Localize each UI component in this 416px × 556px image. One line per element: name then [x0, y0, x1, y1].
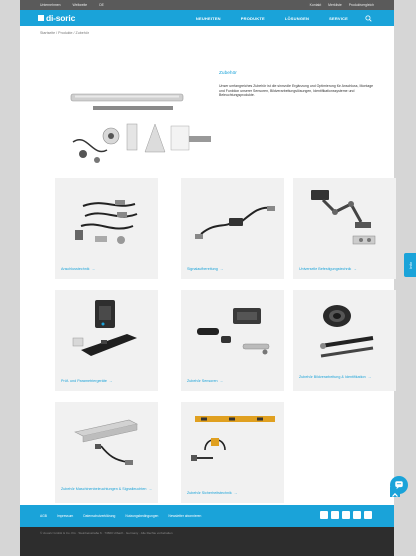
side-info-tab[interactable]: Info: [404, 253, 416, 277]
category-tile-sensor-accessories[interactable]: Zubehör Sensoren →: [181, 290, 284, 391]
category-tile-safety-accessories[interactable]: Zubehör Sicherheitstechnik →: [181, 402, 284, 503]
footer-link-agb[interactable]: AGB: [40, 514, 47, 518]
category-tile-mounting-technology[interactable]: Universelle Befestigungstechnik →: [293, 178, 396, 279]
page: Unternehmen Weltweite DE Kontakt Merklis…: [20, 0, 400, 556]
tile-label: Zubehör Sensoren →: [187, 379, 224, 383]
arrow-right-icon: →: [219, 267, 224, 271]
footer-links: AGB Impressum Datenschutzerklärung Nutzu…: [40, 514, 201, 518]
mounting-technology-image: [311, 190, 376, 245]
vision-accessories-image: [320, 305, 374, 358]
footer-copyright: © di-soric GmbH & Co. KG · Steinbeisstra…: [40, 531, 173, 535]
topbar-link-compare[interactable]: Produktvergleich: [349, 3, 374, 7]
page-title: Zubehör: [219, 71, 237, 76]
facebook-icon[interactable]: [320, 511, 328, 519]
signal-conditioning-image: [195, 206, 275, 239]
youtube-icon[interactable]: [353, 511, 361, 519]
chat-button[interactable]: [390, 476, 408, 494]
arrow-right-icon: →: [367, 375, 372, 379]
topbar-link-worldwide[interactable]: Weltweite: [73, 3, 88, 7]
footer-link-newsletter[interactable]: Newsletter abonnieren: [168, 514, 201, 518]
tile-label: Zubehör Bildverarbeitung & Identifikatio…: [299, 375, 372, 379]
tile-label: Signalaufbereitung →: [187, 267, 224, 271]
category-tile-signal-conditioning[interactable]: Signalaufbereitung →: [181, 178, 284, 279]
arrow-right-icon: →: [233, 491, 238, 495]
test-devices-image: [72, 300, 137, 356]
footer: AGB Impressum Datenschutzerklärung Nutzu…: [20, 505, 394, 527]
nav-item-service[interactable]: SERVICE: [329, 16, 348, 21]
footer-link-privacy[interactable]: Datenschutzerklärung: [83, 514, 115, 518]
search-icon[interactable]: [365, 14, 372, 22]
nav-item-products[interactable]: PRODUKTE: [241, 16, 265, 21]
arrow-right-icon: →: [91, 267, 96, 271]
safety-accessories-image: [191, 416, 275, 461]
footer-link-terms[interactable]: Nutzungsbedingungen: [125, 514, 158, 518]
connection-technology-image: [75, 200, 138, 244]
logo-text: di-soric: [46, 13, 76, 23]
topbar-link-contact[interactable]: Kontakt: [310, 3, 322, 7]
main-menu: NEUHEITEN PRODUKTE LÖSUNGEN SERVICE: [196, 16, 348, 21]
tile-label: Prüf- und Parametriergeräte →: [61, 379, 113, 383]
main-navigation: di-soric NEUHEITEN PRODUKTE LÖSUNGEN SER…: [20, 10, 394, 26]
nav-item-solutions[interactable]: LÖSUNGEN: [285, 16, 309, 21]
xing-icon[interactable]: [342, 511, 350, 519]
instagram-icon[interactable]: [364, 511, 372, 519]
intro-text: Unser umfangreiches Zubehör ist die sinn…: [219, 84, 374, 98]
arrow-right-icon: →: [148, 487, 153, 491]
nav-item-news[interactable]: NEUHEITEN: [196, 16, 221, 21]
language-select[interactable]: DE: [99, 3, 104, 7]
arrow-right-icon: →: [219, 379, 224, 383]
sensor-accessories-image: [197, 308, 270, 355]
breadcrumb[interactable]: Startseite / Produkte / Zubehör: [40, 31, 89, 35]
utility-bar: Unternehmen Weltweite DE Kontakt Merklis…: [20, 0, 394, 10]
topbar-link-company[interactable]: Unternehmen: [40, 3, 61, 7]
category-tile-test-devices[interactable]: Prüf- und Parametriergeräte →: [55, 290, 158, 391]
lighting-accessories-image: [74, 419, 138, 465]
arrow-right-icon: →: [353, 267, 357, 271]
chat-bubble-icon: [395, 481, 403, 490]
social-links: [320, 511, 372, 519]
accessories-hero-image: [53, 80, 228, 170]
tile-label: Zubehör Maschinenbeleuchtungen & Signall…: [61, 487, 153, 491]
tile-label: Universelle Befestigungstechnik →: [299, 267, 357, 271]
logo-mark-icon: [38, 15, 44, 21]
footer-bottom: © di-soric GmbH & Co. KG · Steinbeisstra…: [20, 527, 394, 556]
footer-link-imprint[interactable]: Impressum: [57, 514, 73, 518]
category-tile-vision-accessories[interactable]: Zubehör Bildverarbeitung & Identifikatio…: [293, 290, 396, 391]
tile-label: Zubehör Sicherheitstechnik →: [187, 491, 238, 495]
arrow-right-icon: →: [108, 379, 113, 383]
category-tile-connection-technology[interactable]: Anschlusstechnik →: [55, 178, 158, 279]
tile-label: Anschlusstechnik →: [61, 267, 96, 271]
topbar-link-watchlist[interactable]: Merkliste: [328, 3, 342, 7]
brand-logo[interactable]: di-soric: [38, 13, 75, 23]
linkedin-icon[interactable]: [331, 511, 339, 519]
category-tile-lighting-accessories[interactable]: Zubehör Maschinenbeleuchtungen & Signall…: [55, 402, 158, 503]
